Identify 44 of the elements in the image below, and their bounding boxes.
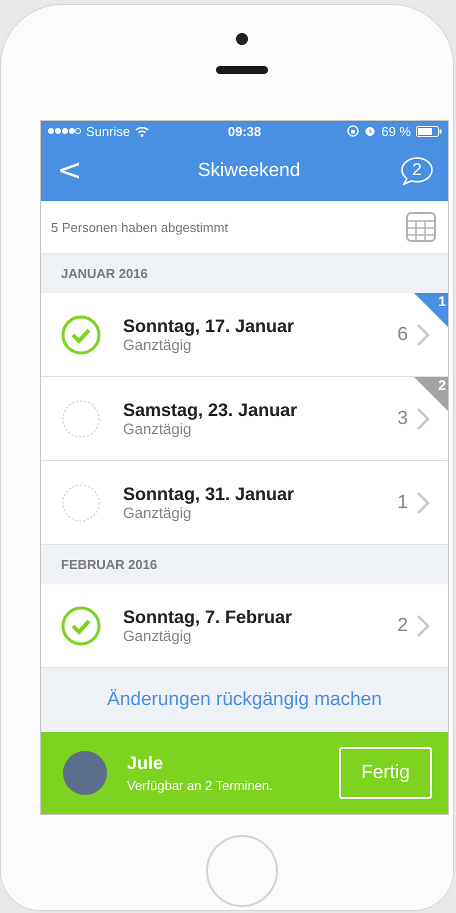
vote-count: 1 xyxy=(397,492,408,514)
section-header: JANUAR 2016 xyxy=(41,254,448,293)
camera-icon xyxy=(236,33,248,45)
vote-count: 6 xyxy=(397,324,408,346)
carrier-name: Sunrise xyxy=(86,124,130,138)
checked-circle-icon[interactable] xyxy=(61,314,101,354)
speech-bubble-icon xyxy=(400,156,434,186)
chevron-right-icon xyxy=(416,614,430,638)
user-name: Jule xyxy=(127,753,164,774)
date-label: Sonntag, 7. Februar xyxy=(123,606,294,628)
alarm-clock-icon xyxy=(364,125,376,137)
date-row[interactable]: Samstag, 23. Januar Ganztägig 3 2 xyxy=(41,377,448,461)
date-label: Samstag, 23. Januar xyxy=(123,400,298,420)
vote-count: 2 xyxy=(397,614,408,636)
wifi-icon xyxy=(135,126,150,136)
votes-summary: 5 Personen haben abgestimmt xyxy=(51,220,228,234)
empty-circle-icon[interactable] xyxy=(61,398,101,438)
empty-circle-icon[interactable] xyxy=(61,482,101,522)
date-row[interactable]: Sonntag, 17. Januar Ganztägig 6 1 xyxy=(41,293,448,377)
chevron-right-icon xyxy=(416,406,430,430)
photo-placeholder xyxy=(63,751,107,795)
checked-circle-icon[interactable] xyxy=(61,606,101,646)
clock-time: 09:38 xyxy=(228,124,262,138)
availability-text: Verfügbar an 2 Terminen. xyxy=(127,778,274,793)
rotation-lock-icon xyxy=(347,125,360,137)
date-label: Sonntag, 17. Januar xyxy=(123,316,296,336)
date-subtitle: Ganztägig xyxy=(123,420,192,438)
section-header: FEBRUAR 2016 xyxy=(41,545,448,584)
rank-corner-badge: 2 xyxy=(414,377,448,411)
battery-icon xyxy=(416,126,442,136)
date-subtitle: Ganztägig xyxy=(123,628,192,644)
signal-icon xyxy=(47,127,81,135)
chevron-right-icon xyxy=(416,490,430,514)
rank-corner-badge: 1 xyxy=(414,293,448,327)
chevron-right-icon xyxy=(416,322,430,346)
battery-percent: 69 % xyxy=(381,124,411,138)
speaker-icon xyxy=(216,66,268,74)
screen-title: Skiweekend xyxy=(198,160,300,182)
table-icon[interactable] xyxy=(406,212,436,242)
date-subtitle: Ganztägig xyxy=(123,504,192,522)
date-label: Sonntag, 31. Januar xyxy=(123,484,296,504)
home-button[interactable] xyxy=(206,835,278,907)
date-subtitle: Ganztägig xyxy=(123,336,192,354)
vote-count: 3 xyxy=(397,408,408,430)
